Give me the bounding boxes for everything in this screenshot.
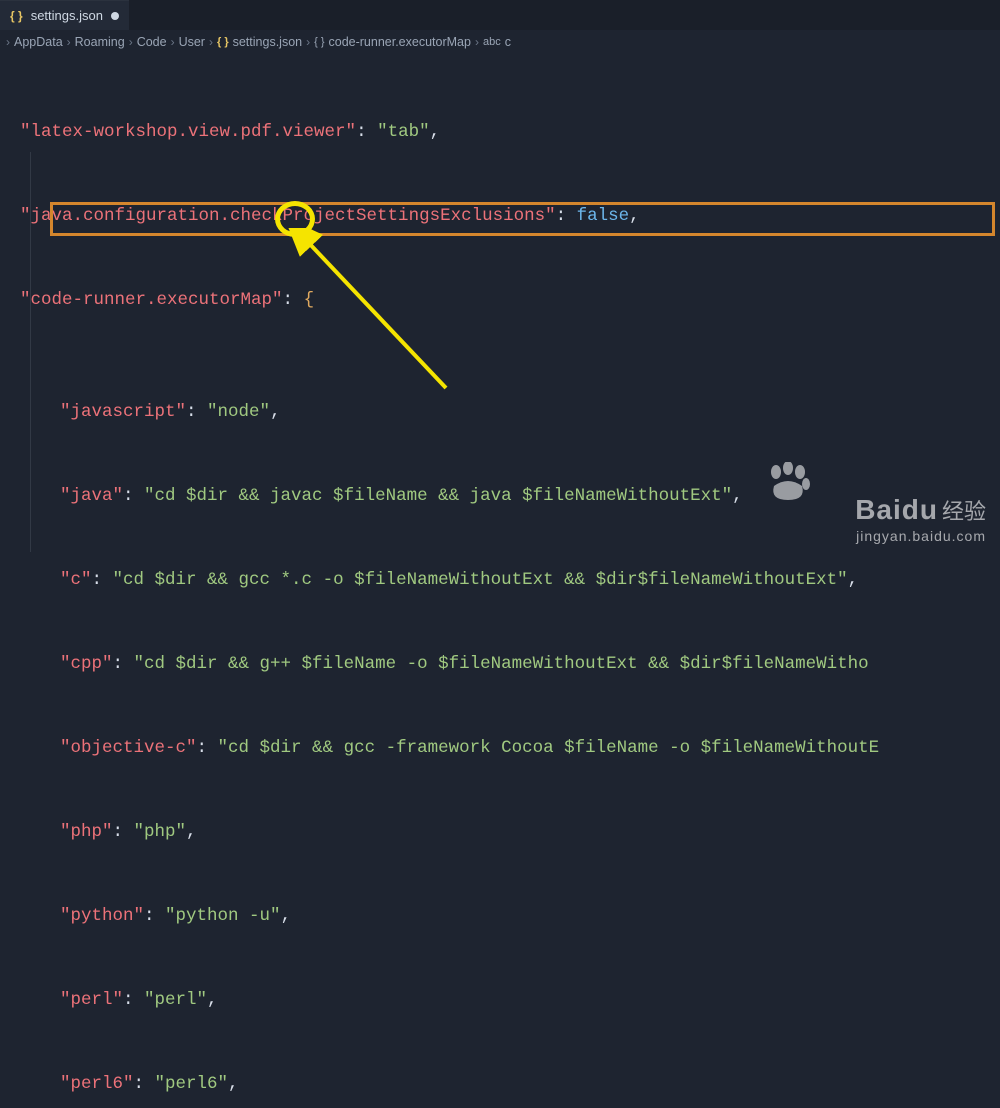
breadcrumb-node-label: code-runner.executorMap: [329, 35, 471, 49]
json-punct: ,: [228, 1074, 239, 1094]
breadcrumb-item[interactable]: Code: [137, 35, 167, 49]
json-string: "cd $dir && javac $fileName && java $fil…: [144, 486, 732, 506]
code-line[interactable]: "cpp": "cd $dir && g++ $fileName -o $fil…: [20, 650, 1000, 678]
breadcrumb-file-label: settings.json: [233, 35, 302, 49]
json-file-icon: { }: [10, 9, 23, 23]
json-key: "perl": [60, 990, 123, 1010]
json-key: "javascript": [60, 402, 186, 422]
chevron-right-icon: ›: [6, 35, 10, 49]
string-icon: abc: [483, 36, 501, 48]
json-key: "objective-c": [60, 738, 197, 758]
code-line[interactable]: "perl": "perl",: [20, 986, 1000, 1014]
json-string: "cd $dir && gcc -framework Cocoa $fileNa…: [218, 738, 880, 758]
json-punct: :: [123, 486, 144, 506]
json-punct: ,: [270, 402, 281, 422]
code-line-highlighted[interactable]: "c": "cd $dir && gcc *.c -o $fileNameWit…: [20, 566, 1000, 594]
json-punct: :: [113, 822, 134, 842]
json-key: "latex-workshop.view.pdf.viewer": [20, 122, 356, 142]
code-line[interactable]: "java.configuration.checkProjectSettings…: [20, 202, 1000, 230]
json-key: "java.configuration.checkProjectSettings…: [20, 206, 556, 226]
json-punct: ,: [281, 906, 292, 926]
breadcrumb-item[interactable]: User: [179, 35, 205, 49]
json-punct: :: [134, 1074, 155, 1094]
json-string: "cd $dir && gcc *.c -o $fileNameWithoutE…: [113, 570, 848, 590]
json-string: "tab": [377, 122, 430, 142]
json-brace: {: [304, 290, 315, 310]
json-punct: :: [356, 122, 377, 142]
code-line[interactable]: "javascript": "node",: [20, 398, 1000, 426]
json-string: "perl": [144, 990, 207, 1010]
json-file-icon: { }: [217, 36, 229, 48]
json-string: "php": [134, 822, 187, 842]
breadcrumb[interactable]: › AppData › Roaming › Code › User › { } …: [0, 30, 1000, 54]
json-punct: ,: [430, 122, 441, 142]
json-punct: ,: [186, 822, 197, 842]
breadcrumb-item[interactable]: Roaming: [75, 35, 125, 49]
json-key: "cpp": [60, 654, 113, 674]
breadcrumb-file[interactable]: { } settings.json: [217, 35, 302, 49]
json-punct: ,: [848, 570, 859, 590]
unsaved-indicator-icon: [111, 12, 119, 20]
chevron-right-icon: ›: [306, 35, 310, 49]
json-punct: :: [283, 290, 304, 310]
json-punct: ,: [629, 206, 640, 226]
json-string: "perl6": [155, 1074, 229, 1094]
code-line[interactable]: "code-runner.executorMap": {: [20, 286, 1000, 314]
json-string: "node": [207, 402, 270, 422]
json-key: "c": [60, 570, 92, 590]
json-key: "php": [60, 822, 113, 842]
breadcrumb-leaf[interactable]: abc c: [483, 35, 511, 49]
json-key: "python": [60, 906, 144, 926]
chevron-right-icon: ›: [209, 35, 213, 49]
json-string: "python -u": [165, 906, 281, 926]
code-editor[interactable]: "latex-workshop.view.pdf.viewer": "tab",…: [0, 54, 1000, 1108]
paw-icon: [766, 462, 810, 512]
breadcrumb-item[interactable]: AppData: [14, 35, 63, 49]
json-key: "code-runner.executorMap": [20, 290, 283, 310]
chevron-right-icon: ›: [129, 35, 133, 49]
json-string: "cd $dir && g++ $fileName -o $fileNameWi…: [134, 654, 869, 674]
code-line[interactable]: "perl6": "perl6",: [20, 1070, 1000, 1098]
json-punct: ,: [207, 990, 218, 1010]
object-icon: { }: [314, 36, 324, 48]
tab-title: settings.json: [31, 8, 103, 23]
code-line[interactable]: "php": "php",: [20, 818, 1000, 846]
tab-bar: { } settings.json: [0, 0, 1000, 30]
editor-tab-settings[interactable]: { } settings.json: [0, 0, 129, 30]
chevron-right-icon: ›: [67, 35, 71, 49]
breadcrumb-leaf-label: c: [505, 35, 511, 49]
json-punct: ,: [732, 486, 743, 506]
json-punct: :: [197, 738, 218, 758]
json-punct: :: [92, 570, 113, 590]
code-line[interactable]: "java": "cd $dir && javac $fileName && j…: [20, 482, 1000, 510]
json-punct: :: [144, 906, 165, 926]
code-line[interactable]: "python": "python -u",: [20, 902, 1000, 930]
json-punct: :: [123, 990, 144, 1010]
json-punct: :: [186, 402, 207, 422]
json-keyword: false: [577, 206, 630, 226]
chevron-right-icon: ›: [171, 35, 175, 49]
code-line[interactable]: "objective-c": "cd $dir && gcc -framewor…: [20, 734, 1000, 762]
json-key: "java": [60, 486, 123, 506]
json-punct: :: [556, 206, 577, 226]
breadcrumb-node[interactable]: { } code-runner.executorMap: [314, 35, 471, 49]
chevron-right-icon: ›: [475, 35, 479, 49]
json-punct: :: [113, 654, 134, 674]
code-line[interactable]: "latex-workshop.view.pdf.viewer": "tab",: [20, 118, 1000, 146]
json-key: "perl6": [60, 1074, 134, 1094]
